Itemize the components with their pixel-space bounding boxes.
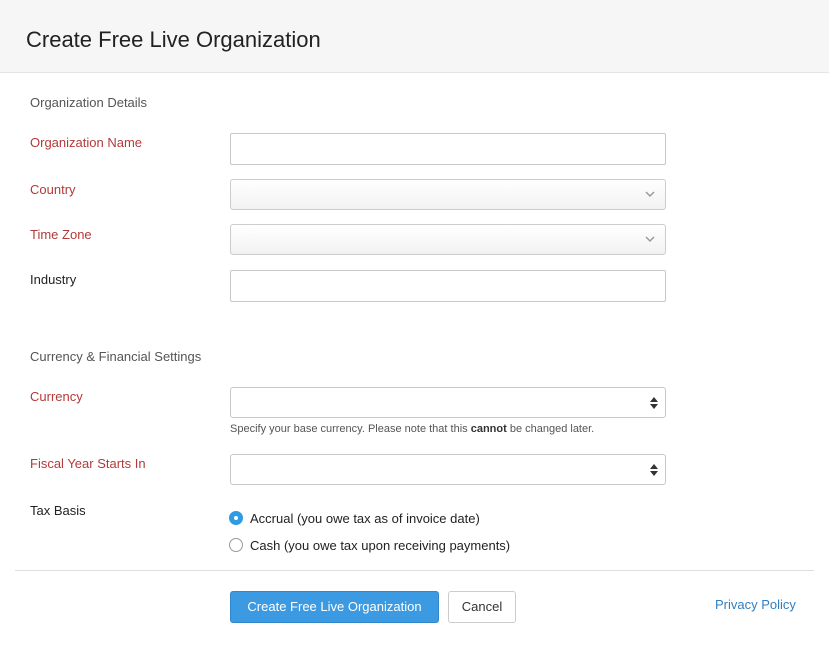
currency-hint-emphasis: cannot	[470, 423, 507, 435]
time-zone-select[interactable]	[230, 224, 666, 255]
privacy-policy-link[interactable]: Privacy Policy	[715, 597, 796, 612]
up-down-arrows-icon	[650, 464, 658, 476]
chevron-down-icon	[645, 236, 655, 243]
org-name-label: Organization Name	[30, 135, 142, 150]
country-label: Country	[30, 182, 76, 197]
radio-button-unchecked[interactable]	[229, 538, 243, 552]
tax-basis-accrual-option[interactable]: Accrual (you owe tax as of invoice date)	[229, 509, 480, 527]
industry-input[interactable]	[230, 270, 666, 302]
industry-label: Industry	[30, 272, 77, 287]
currency-hint: Specify your base currency. Please note …	[230, 423, 594, 435]
page-title: Create Free Live Organization	[26, 27, 321, 52]
cash-option-label: Cash (you owe tax upon receiving payment…	[250, 537, 511, 553]
currency-label: Currency	[30, 389, 83, 404]
accrual-option-label: Accrual (you owe tax as of invoice date)	[250, 510, 480, 526]
radio-button-checked[interactable]	[229, 511, 243, 525]
up-down-arrows-icon	[650, 397, 658, 409]
time-zone-label: Time Zone	[30, 227, 92, 242]
chevron-down-icon	[645, 191, 655, 198]
currency-select[interactable]	[230, 387, 666, 418]
org-name-input[interactable]	[230, 133, 666, 165]
dialog-header: Create Free Live Organization	[0, 0, 829, 73]
cancel-button[interactable]: Cancel	[448, 591, 516, 623]
fiscal-year-select[interactable]	[230, 454, 666, 485]
country-select[interactable]	[230, 179, 666, 210]
currency-hint-text: Specify your base currency. Please note …	[230, 423, 471, 435]
section-title-organization-details: Organization Details	[30, 95, 148, 110]
tax-basis-label: Tax Basis	[30, 503, 86, 518]
tax-basis-cash-option[interactable]: Cash (you owe tax upon receiving payment…	[229, 536, 510, 554]
section-title-currency-settings: Currency & Financial Settings	[30, 349, 202, 364]
currency-hint-text-end: be changed later.	[506, 423, 595, 435]
create-organization-button[interactable]: Create Free Live Organization	[230, 591, 439, 623]
footer-divider	[15, 570, 814, 571]
fiscal-year-label: Fiscal Year Starts In	[30, 456, 146, 471]
